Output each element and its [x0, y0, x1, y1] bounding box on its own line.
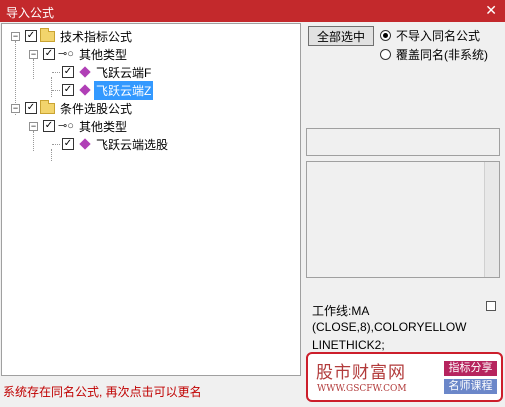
node-label: 飞跃云端F	[96, 65, 152, 80]
node-checkbox[interactable]: ✓	[62, 84, 74, 96]
watermark-name: 股市财富网	[316, 363, 406, 383]
collapse-icon[interactable]: −	[11, 103, 20, 113]
radio-button[interactable]	[380, 30, 391, 41]
node-label: 飞跃云端选股	[96, 137, 169, 152]
watermark-url: WWW.GSCFW.COM	[317, 384, 407, 394]
tree-node-formula[interactable]: ✓ 飞跃云端F	[52, 63, 153, 81]
tree-node-other-type[interactable]: − ✓ ⊸○ 其他类型	[29, 117, 129, 135]
formula-icon	[79, 84, 91, 96]
collapse-icon[interactable]: −	[29, 49, 38, 59]
folder-icon	[40, 27, 55, 42]
select-all-button[interactable]: 全部选中	[308, 26, 374, 46]
tree-node-other-type[interactable]: − ✓ ⊸○ 其他类型	[29, 45, 129, 63]
node-checkbox[interactable]: ✓	[25, 102, 37, 114]
code-line: (CLOSE,8),COLORYELLOW	[312, 320, 467, 334]
node-label: 条件选股公式	[60, 101, 133, 116]
node-checkbox[interactable]: ✓	[43, 120, 55, 132]
radio-overwrite[interactable]: 覆盖同名(非系统)	[380, 46, 488, 63]
code-preview: 工作线:MA (CLOSE,8),COLORYELLOW LINETHICK2;	[306, 295, 500, 352]
node-label-selected: 飞跃云端Z	[94, 80, 154, 100]
description-panel	[306, 161, 500, 278]
formula-tree[interactable]: − ✓ 技术指标公式 − ✓ ⊸○ 其他类型 ✓ 飞跃云端F ✓ 飞跃云端Z −…	[1, 23, 301, 376]
option-checkbox[interactable]	[486, 301, 496, 311]
radio-no-import[interactable]: 不导入同名公式	[380, 27, 480, 44]
status-message: 系统存在同名公式, 再次点击可以更名	[3, 385, 202, 399]
collapse-icon[interactable]: −	[29, 121, 38, 131]
folder-icon	[40, 99, 55, 114]
node-checkbox[interactable]: ✓	[62, 66, 74, 78]
tree-connector	[52, 143, 60, 145]
watermark-tag: 名师课程	[444, 379, 497, 394]
name-field-panel	[306, 128, 500, 156]
node-checkbox[interactable]: ✓	[43, 48, 55, 60]
code-line: LINETHICK2;	[312, 338, 385, 352]
tree-node-condition-screen[interactable]: − ✓ 条件选股公式	[11, 99, 134, 117]
formula-icon	[79, 66, 91, 78]
node-label: 技术指标公式	[60, 29, 133, 44]
tree-node-formula[interactable]: ✓ 飞跃云端Z	[52, 80, 154, 100]
watermark-tag: 指标分享	[444, 361, 497, 376]
formula-icon	[79, 138, 91, 150]
collapse-icon[interactable]: −	[11, 31, 20, 41]
tree-connector	[52, 89, 60, 91]
tree-node-tech-indicator[interactable]: − ✓ 技术指标公式	[11, 27, 134, 45]
node-label: 其他类型	[79, 119, 128, 134]
scrollbar[interactable]	[484, 162, 499, 277]
node-label: 其他类型	[79, 47, 128, 62]
tree-node-formula[interactable]: ✓ 飞跃云端选股	[52, 135, 170, 153]
radio-label: 不导入同名公式	[396, 29, 481, 43]
code-line: 工作线:MA	[312, 304, 370, 318]
close-icon[interactable]: ✕	[485, 2, 497, 19]
title-bar: 导入公式 ✕	[0, 0, 505, 22]
key-icon: ⊸○	[58, 120, 74, 132]
key-icon: ⊸○	[58, 48, 74, 60]
node-checkbox[interactable]: ✓	[62, 138, 74, 150]
tree-connector	[52, 71, 60, 73]
node-checkbox[interactable]: ✓	[25, 30, 37, 42]
window-title: 导入公式	[6, 6, 55, 20]
radio-button[interactable]	[380, 49, 391, 60]
watermark-logo: 股市财富网 WWW.GSCFW.COM 指标分享 名师课程	[306, 352, 503, 402]
radio-label: 覆盖同名(非系统)	[396, 48, 488, 62]
